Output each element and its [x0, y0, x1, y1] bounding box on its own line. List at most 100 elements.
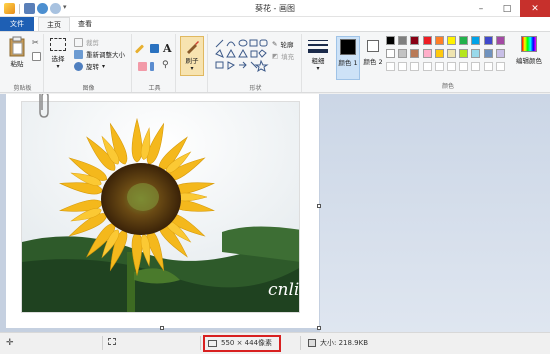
color-swatch[interactable] [398, 36, 408, 45]
color-swatch[interactable] [459, 36, 469, 45]
color-picker-icon[interactable] [150, 62, 154, 71]
fill-bucket-icon[interactable] [150, 44, 159, 53]
color-swatch[interactable] [422, 36, 432, 45]
shapes-gallery[interactable] [214, 38, 270, 74]
color-swatch[interactable] [422, 49, 432, 58]
resize-button[interactable]: 重新调整大小 [74, 49, 125, 59]
chevron-down-icon: ▾ [102, 62, 106, 70]
color-swatch[interactable] [386, 62, 395, 71]
maximize-button[interactable]: □ [494, 0, 520, 17]
brush-button[interactable]: 刷子 ▾ [180, 36, 204, 76]
fill-label: 填充 [281, 53, 295, 61]
resize-handle-right[interactable] [317, 204, 321, 208]
color-swatch[interactable] [398, 62, 408, 71]
magnifier-icon[interactable]: ⚲ [162, 60, 169, 70]
color-swatch[interactable] [495, 62, 505, 71]
color-swatch[interactable] [483, 62, 493, 71]
eraser-icon[interactable] [138, 62, 147, 71]
cursor-position: ✛ [6, 338, 14, 348]
color-swatch[interactable] [447, 49, 456, 58]
title-bar: ▾ 葵花 - 画图 – □ ✕ [0, 0, 550, 17]
highlight-box [203, 335, 281, 352]
tab-home[interactable]: 主页 [38, 17, 70, 31]
minimize-button[interactable]: – [468, 0, 494, 17]
crop-button[interactable]: 裁剪 [74, 37, 99, 47]
sunflower-photo [22, 102, 299, 312]
size-label: 粗细 [311, 57, 325, 65]
image-group: 选择 ▾ 裁剪 重新调整大小 旋转 ▾ 图像 [46, 34, 132, 92]
tab-file[interactable]: 文件 [0, 17, 34, 31]
color1-label: 颜色 1 [338, 59, 358, 67]
color-swatch[interactable] [398, 49, 408, 58]
edit-colors-button[interactable]: 编辑颜色 [512, 36, 546, 65]
resize-label: 重新调整大小 [86, 51, 125, 59]
color-swatch[interactable] [410, 49, 420, 58]
color-swatch[interactable] [471, 62, 481, 71]
brush-icon [187, 41, 199, 54]
line-width-icon [308, 40, 328, 53]
shapes-group: ✎ 轮廓 ◩ 填充 形状 [210, 34, 302, 92]
outline-icon: ✎ [272, 40, 278, 48]
colors-group-label: 颜色 [441, 83, 454, 90]
chevron-down-icon: ▾ [190, 65, 194, 72]
size-button[interactable]: 粗细 ▾ [307, 39, 329, 72]
resize-handle-corner[interactable] [317, 326, 321, 330]
color-swatch[interactable] [483, 36, 493, 45]
workspace-background [320, 94, 550, 332]
selection-size [108, 338, 116, 345]
color-swatch[interactable] [495, 36, 505, 45]
sunflower-image: cnli [21, 101, 300, 313]
paper-clip-icon [39, 94, 49, 118]
divider [102, 336, 103, 350]
crop-icon [74, 37, 83, 47]
close-button[interactable]: ✕ [520, 0, 550, 17]
color-swatch[interactable] [386, 36, 395, 45]
edit-colors-label: 编辑颜色 [516, 57, 542, 65]
color2-label: 颜色 2 [363, 58, 383, 66]
color-swatch[interactable] [483, 49, 493, 58]
drawing-canvas[interactable]: cnli [6, 94, 319, 328]
paste-button[interactable]: 粘贴 [8, 36, 26, 68]
color-swatch[interactable] [434, 49, 444, 58]
canvas-workspace: cnli [0, 94, 550, 332]
ribbon-tabs: 文件 主页 查看 [0, 17, 550, 31]
color-swatch[interactable] [410, 62, 420, 71]
color-swatch[interactable] [447, 62, 456, 71]
cut-icon[interactable]: ✂ [32, 38, 41, 47]
color-swatch[interactable] [422, 62, 432, 71]
crosshair-icon: ✛ [6, 338, 14, 348]
tab-view[interactable]: 查看 [70, 17, 100, 31]
color2-button[interactable]: 颜色 2 [362, 38, 384, 66]
pencil-icon[interactable] [134, 44, 145, 54]
chevron-down-icon: ▾ [56, 63, 60, 70]
fill-button[interactable]: ◩ 填充 [272, 51, 294, 61]
text-icon[interactable]: A [163, 42, 172, 55]
color-swatch[interactable] [386, 49, 395, 58]
select-button[interactable]: 选择 ▾ [50, 38, 66, 70]
brush-label: 刷子 [185, 57, 199, 65]
rotate-button[interactable]: 旋转 ▾ [74, 61, 105, 71]
brushes-group: 刷子 ▾ [178, 34, 208, 92]
outline-button[interactable]: ✎ 轮廓 [272, 39, 293, 49]
clipboard-group-label: 剪贴板 [13, 85, 32, 92]
copy-icon[interactable] [32, 52, 41, 61]
color-swatch[interactable] [459, 49, 469, 58]
filesize-text: 大小: 218.9KB [320, 339, 369, 347]
color-wheel-icon [521, 36, 537, 52]
color-swatch[interactable] [459, 62, 469, 71]
disk-icon [308, 339, 316, 347]
fill-icon: ◩ [272, 52, 279, 60]
color-swatch[interactable] [447, 36, 456, 45]
color-swatch[interactable] [471, 49, 481, 58]
ribbon: 粘贴 ✂ 剪贴板 选择 ▾ 裁剪 重新调整大小 旋转 ▾ 图像 A ⚲ 工具 刷… [0, 31, 550, 93]
color-swatch[interactable] [471, 36, 481, 45]
file-size: 大小: 218.9KB [308, 338, 368, 348]
resize-icon [74, 49, 83, 59]
color-swatch[interactable] [410, 36, 420, 45]
resize-handle-bottom[interactable] [160, 326, 164, 330]
color-swatch[interactable] [495, 49, 505, 58]
color-swatch[interactable] [434, 62, 444, 71]
color-swatch[interactable] [434, 36, 444, 45]
select-label: 选择 [51, 55, 65, 63]
color1-button[interactable]: 颜色 1 [336, 36, 360, 80]
